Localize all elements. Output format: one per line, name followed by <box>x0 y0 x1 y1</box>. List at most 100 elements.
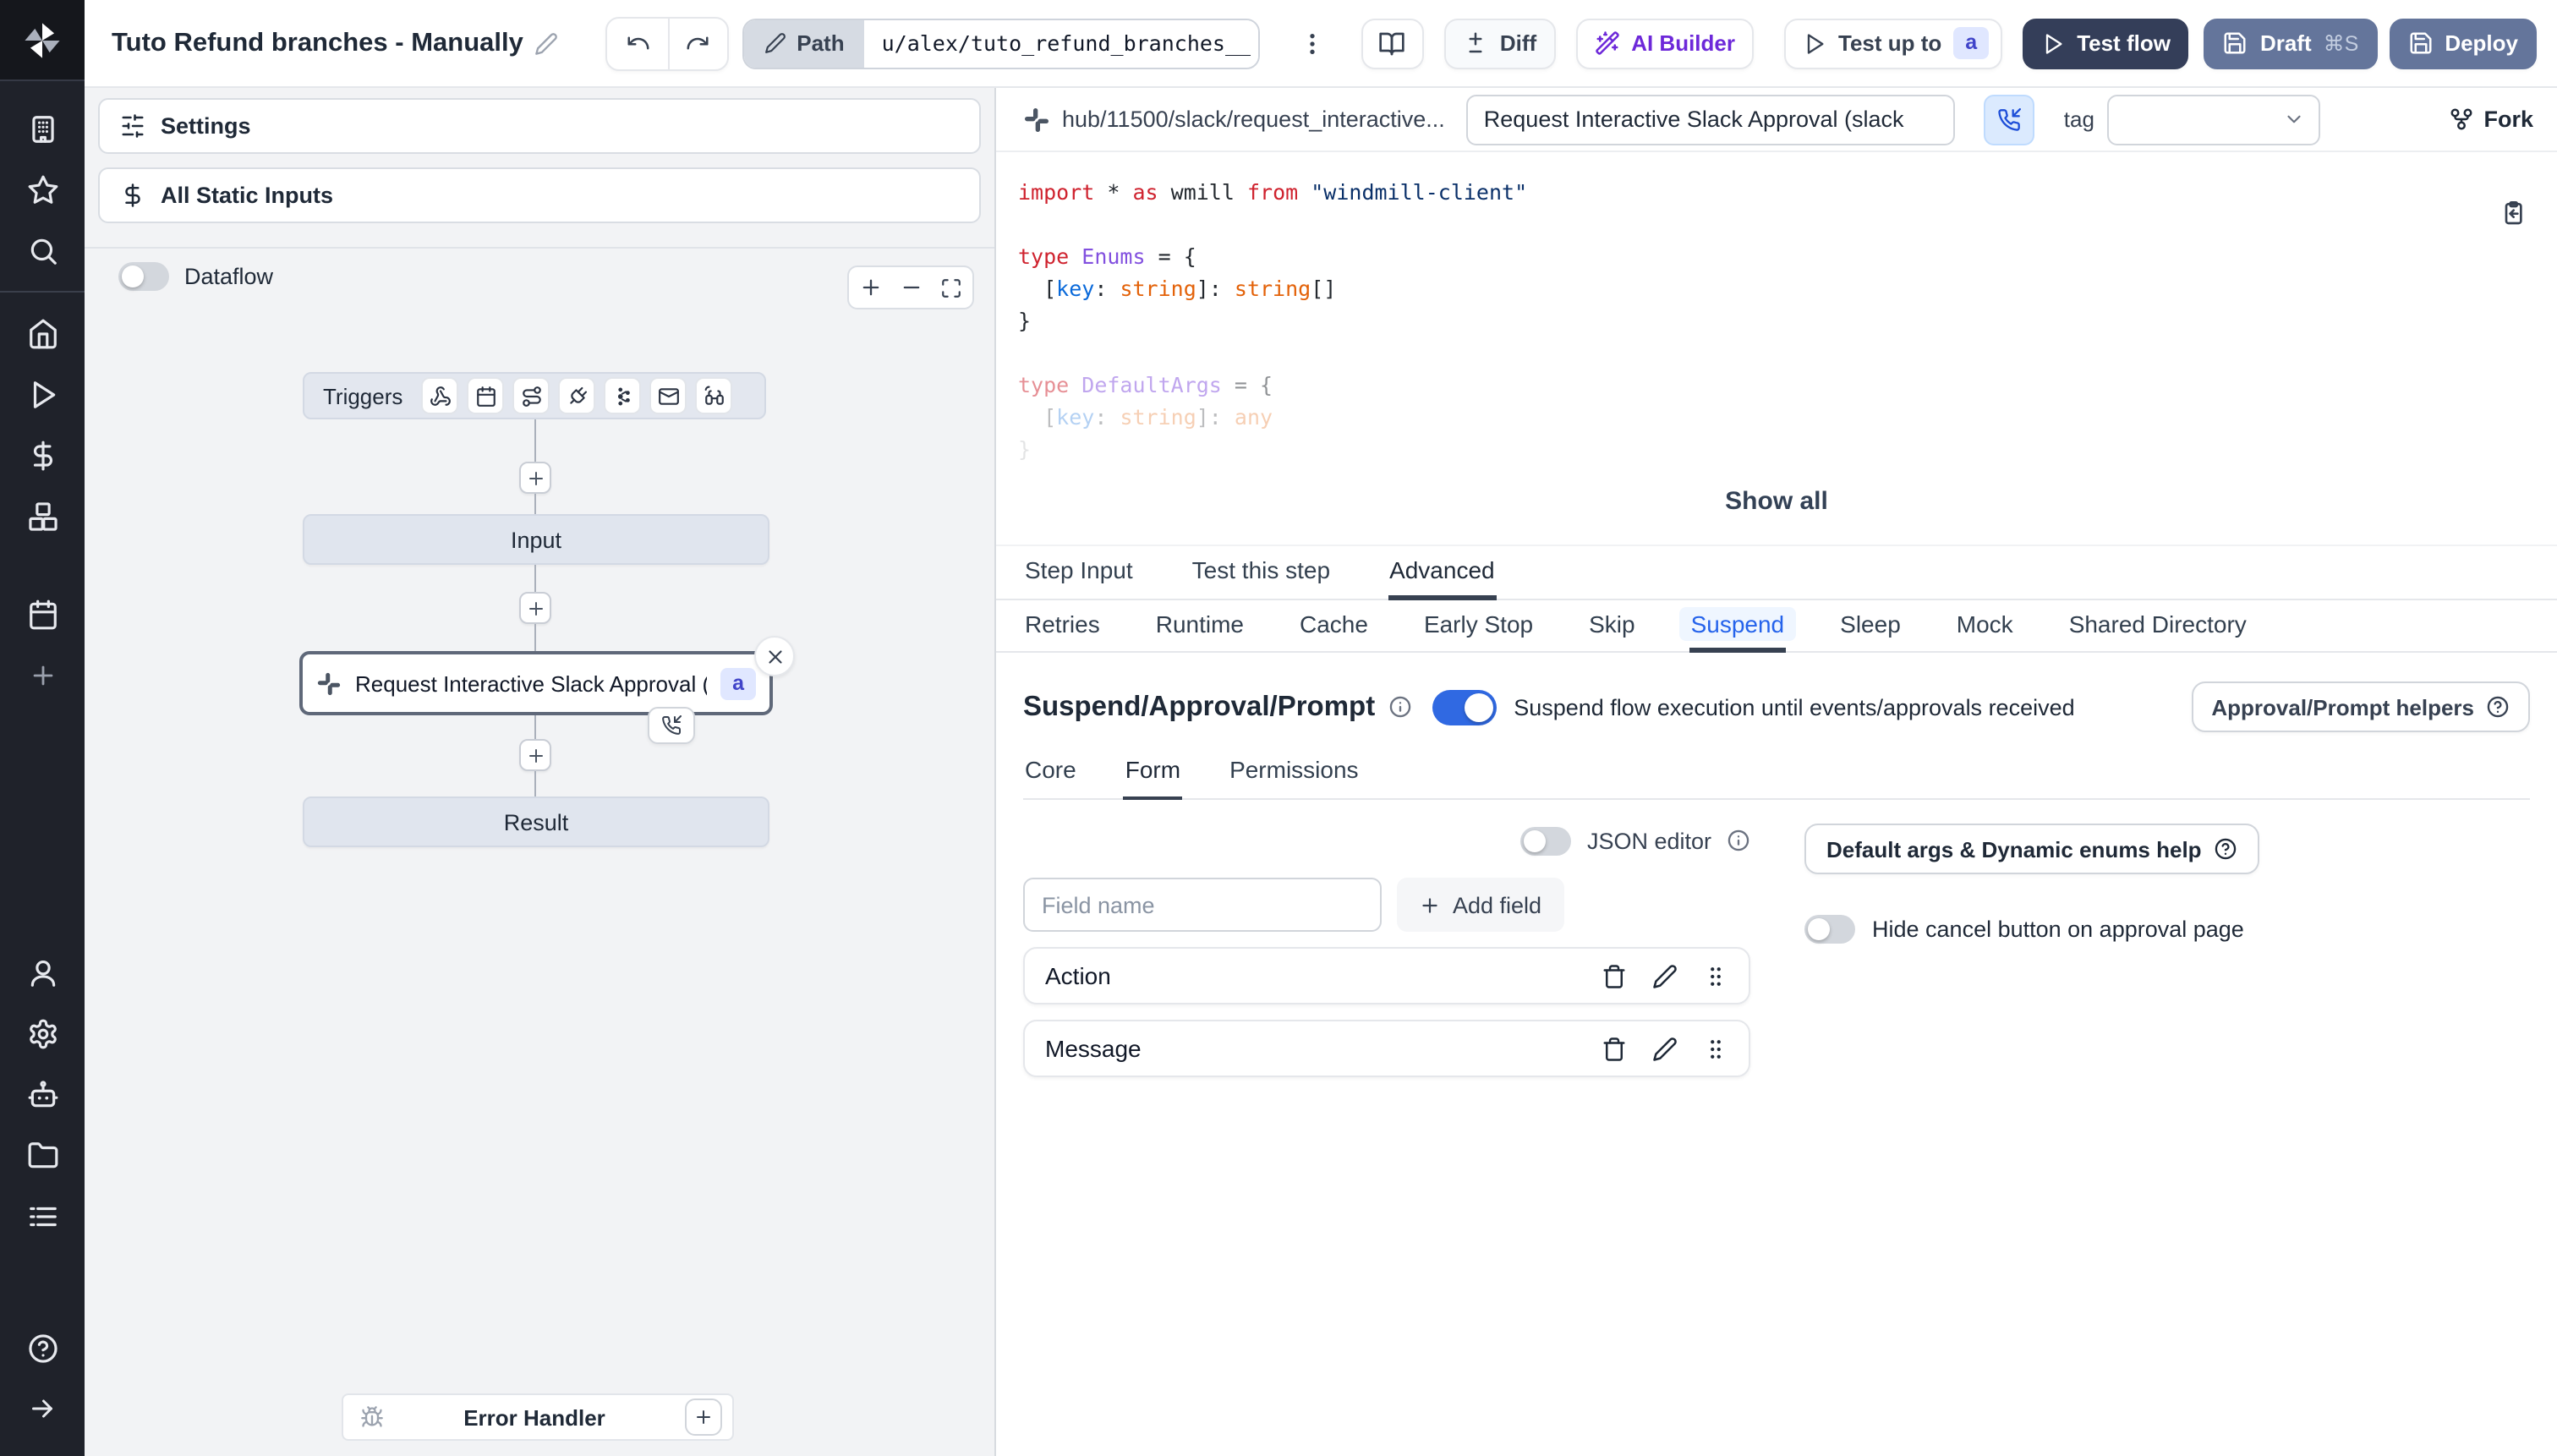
windmill-logo[interactable] <box>0 0 85 81</box>
field-name-input[interactable] <box>1023 878 1382 932</box>
advanced-subtab[interactable]: Sleep <box>1838 600 1903 653</box>
variables-icon[interactable] <box>0 424 85 485</box>
form-field-row[interactable]: Action <box>1023 947 1750 1004</box>
edge-line <box>534 771 536 796</box>
add-error-handler-button[interactable] <box>685 1399 722 1436</box>
input-node[interactable]: Input <box>303 514 769 565</box>
delete-field-icon[interactable] <box>1602 1036 1627 1061</box>
schedule-trigger-icon[interactable] <box>467 377 505 414</box>
runs-icon[interactable] <box>0 364 85 424</box>
suspend-enabled-toggle[interactable] <box>1432 689 1498 725</box>
email-trigger-icon[interactable] <box>649 377 687 414</box>
workspace-icon[interactable] <box>0 98 85 159</box>
test-flow-button[interactable]: Test flow <box>2023 18 2189 68</box>
drag-handle-icon[interactable] <box>1703 963 1728 988</box>
advanced-subtab[interactable]: Retries <box>1023 600 1102 653</box>
suspend-inner-tab[interactable]: Permissions <box>1228 756 1361 800</box>
tag-select[interactable] <box>2107 94 2321 145</box>
fit-view-icon[interactable] <box>940 276 962 298</box>
webhook-trigger-icon[interactable] <box>421 377 459 414</box>
remove-step-button[interactable] <box>754 636 795 676</box>
advanced-subtab[interactable]: Mock <box>1955 600 2015 653</box>
docs-book-button[interactable] <box>1361 18 1424 68</box>
expand-sidebar-icon[interactable] <box>0 1378 85 1439</box>
flow-settings-row[interactable]: Settings <box>98 98 981 154</box>
edge-line <box>534 624 536 651</box>
drag-handle-icon[interactable] <box>1703 1036 1728 1061</box>
insert-step-button[interactable] <box>519 592 551 624</box>
insert-step-button[interactable] <box>519 462 551 494</box>
step-tab[interactable]: Step Input <box>1023 546 1135 600</box>
suspend-inner-tab[interactable]: Form <box>1123 756 1183 800</box>
advanced-subtab[interactable]: Cache <box>1298 600 1370 653</box>
websocket-trigger-icon[interactable] <box>558 377 596 414</box>
triggers-node[interactable]: Triggers <box>303 372 766 419</box>
approval-prompt-helpers-button[interactable]: Approval/Prompt helpers <box>2191 681 2530 732</box>
ai-builder-button[interactable]: AI Builder <box>1575 18 1754 68</box>
code-editor[interactable]: import * as wmill from "windmill-client"… <box>996 152 2557 546</box>
add-field-button[interactable]: Add field <box>1397 878 1564 932</box>
error-handler-node[interactable]: Error Handler <box>342 1393 734 1441</box>
triggers-label: Triggers <box>323 383 403 408</box>
zoom-in-icon[interactable] <box>859 276 883 299</box>
edge-line <box>534 565 536 592</box>
info-icon[interactable] <box>1388 695 1412 719</box>
path-label: Path <box>797 30 845 56</box>
redo-button[interactable] <box>667 18 728 68</box>
form-field-row[interactable]: Message <box>1023 1020 1750 1077</box>
advanced-subtab[interactable]: Early Stop <box>1422 600 1535 653</box>
http-route-trigger-icon[interactable] <box>512 377 550 414</box>
step-tab[interactable]: Advanced <box>1388 546 1497 600</box>
default-args-help-button[interactable]: Default args & Dynamic enums help <box>1804 824 2259 874</box>
favorites-star-icon[interactable] <box>0 159 85 220</box>
home-icon[interactable] <box>0 303 85 364</box>
diff-button[interactable]: Diff <box>1443 18 1556 68</box>
edit-field-icon[interactable] <box>1652 1036 1678 1061</box>
undo-button[interactable] <box>608 18 668 68</box>
edit-field-icon[interactable] <box>1652 963 1678 988</box>
hub-script-path[interactable]: hub/11500/slack/request_interactive... <box>1062 107 1445 132</box>
edit-title-pencil-icon[interactable] <box>535 31 559 55</box>
hide-cancel-toggle[interactable] <box>1804 915 1855 944</box>
zoom-out-icon[interactable] <box>900 276 923 299</box>
help-icon <box>2215 838 2236 860</box>
resources-icon[interactable] <box>0 485 85 546</box>
workers-bot-icon[interactable] <box>0 1064 85 1125</box>
fork-button[interactable]: Fork <box>2448 107 2533 132</box>
more-options-kebab-icon[interactable] <box>1294 30 1330 57</box>
folders-icon[interactable] <box>0 1125 85 1185</box>
result-node[interactable]: Result <box>303 796 769 847</box>
slack-approval-step-node[interactable]: Request Interactive Slack Approval (... … <box>299 651 773 715</box>
info-icon[interactable] <box>1727 829 1750 852</box>
advanced-subtab[interactable]: Skip <box>1587 600 1636 653</box>
show-all-button[interactable]: Show all <box>1725 487 1828 516</box>
paste-clipboard-icon[interactable] <box>2500 200 2527 235</box>
deploy-button[interactable]: Deploy <box>2389 18 2537 68</box>
search-icon[interactable] <box>0 220 85 281</box>
user-icon[interactable] <box>0 942 85 1003</box>
audit-logs-icon[interactable] <box>0 1185 85 1246</box>
step-summary-input[interactable] <box>1466 94 1956 145</box>
advanced-subtab[interactable]: Shared Directory <box>2067 600 2248 653</box>
delete-field-icon[interactable] <box>1602 963 1627 988</box>
step-tab[interactable]: Test this step <box>1191 546 1332 600</box>
path-value[interactable]: u/alex/tuto_refund_branches__ <box>864 19 1258 67</box>
advanced-subtab[interactable]: Runtime <box>1154 600 1246 653</box>
test-up-to-button[interactable]: Test up to a <box>1784 18 2003 68</box>
insert-step-button[interactable] <box>519 739 551 771</box>
settings-gear-icon[interactable] <box>0 1003 85 1064</box>
advanced-subtab[interactable]: Suspend <box>1678 600 1797 653</box>
kafka-trigger-icon[interactable] <box>604 377 642 414</box>
suspend-phone-badge <box>648 707 695 744</box>
dataflow-toggle[interactable] <box>118 262 169 291</box>
json-editor-toggle[interactable] <box>1520 826 1572 855</box>
path-control[interactable]: Path u/alex/tuto_refund_branches__ <box>742 18 1260 68</box>
add-icon[interactable] <box>0 644 85 705</box>
scheduled-poll-trigger-icon[interactable] <box>695 377 733 414</box>
schedules-icon[interactable] <box>0 583 85 644</box>
draft-save-button[interactable]: Draft ⌘S <box>2204 18 2378 68</box>
all-static-inputs-row[interactable]: All Static Inputs <box>98 167 981 223</box>
help-icon[interactable] <box>0 1317 85 1378</box>
suspend-inner-tab[interactable]: Core <box>1023 756 1078 800</box>
suspend-indicator-button[interactable] <box>1984 94 2035 145</box>
